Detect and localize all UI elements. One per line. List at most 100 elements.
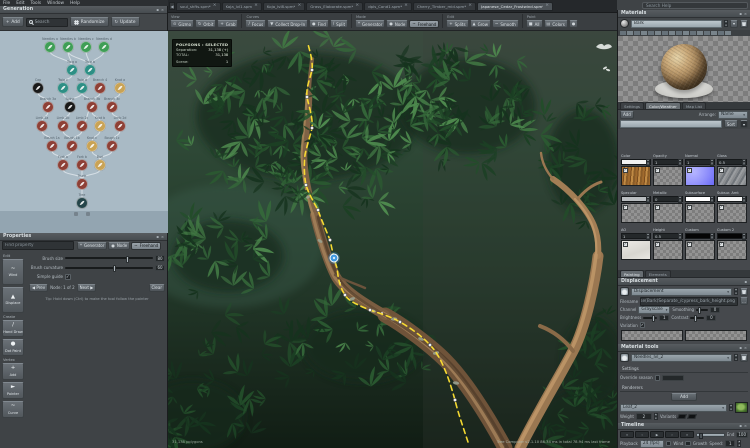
stepper[interactable]: ▴▾ — [742, 233, 746, 240]
material-options-button[interactable]: ▾ — [730, 20, 738, 28]
graph-node[interactable]: Bough 1b — [64, 136, 79, 152]
brush-size-value[interactable]: 80 — [155, 255, 165, 262]
map-thumbnail[interactable]: ✓ — [653, 240, 683, 260]
prev-node-button[interactable]: ◀ Prev — [29, 284, 48, 292]
material-thumbnail[interactable] — [676, 31, 682, 35]
spline-control-point[interactable] — [310, 68, 313, 71]
map-number[interactable]: 0.5 — [654, 234, 678, 239]
color-swatch[interactable] — [686, 197, 710, 201]
graph-node[interactable]: Trunk — [76, 174, 88, 190]
material-thumbnail[interactable] — [648, 31, 654, 35]
graph-node[interactable]: Needles d — [96, 37, 112, 53]
Focus-toolbar-button[interactable]: /Focus — [245, 20, 266, 28]
tool-button-add[interactable]: +Add — [2, 363, 24, 380]
map-checkbox[interactable]: ✓ — [719, 205, 724, 210]
document-tab[interactable]: Japanese_Cedar_Frostwind.spm*× — [477, 2, 553, 11]
variant-swatch[interactable] — [677, 414, 687, 419]
document-tab[interactable]: Koja_lvl8.spm*× — [263, 2, 305, 11]
graph-node[interactable]: Fork a — [57, 155, 69, 171]
arrange-dropdown[interactable]: Name▾ — [718, 111, 748, 119]
spline-control-point[interactable] — [398, 320, 401, 323]
graph-node[interactable]: Branch 4 — [93, 78, 107, 94]
tab-color-weather[interactable]: Color/Weather — [645, 102, 681, 109]
contrast-slider[interactable] — [690, 317, 704, 319]
stepper[interactable]: ▴▾ — [710, 233, 714, 240]
speed-value[interactable]: 1 — [725, 440, 735, 447]
stepper[interactable]: ▴▾ — [710, 196, 714, 203]
close-icon[interactable]: × — [355, 4, 359, 9]
map-value[interactable]: 1▴▾ — [621, 233, 651, 239]
color-swatch[interactable] — [718, 197, 742, 201]
viewport-scene[interactable]: POLYGONS : SELECTED Separation:31,138 (+… — [168, 31, 617, 448]
timeline-slider[interactable] — [696, 433, 725, 437]
map-checkbox[interactable]: ✓ — [623, 242, 628, 247]
filter-options-button[interactable]: ▾ — [740, 120, 748, 128]
find-property-input[interactable] — [2, 241, 74, 250]
stepper[interactable]: ▴▾ — [654, 413, 658, 420]
tool-button-pointer[interactable]: ►Pointer — [2, 382, 24, 399]
spline-control-point[interactable] — [368, 308, 371, 311]
Colors-toolbar-button[interactable]: ▤Colors — [544, 20, 568, 28]
filename-field[interactable]: dar_Japanese(Bark)Separate_/cypress_bark… — [640, 297, 738, 306]
mode-button-node[interactable]: ●Node — [108, 242, 130, 250]
leaf-thumbnail[interactable] — [735, 402, 748, 413]
material-delete-button[interactable] — [740, 20, 748, 28]
tool-button-wind[interactable]: ~Wind — [2, 259, 24, 285]
map-checkbox[interactable]: ✓ — [719, 242, 724, 247]
map-checkbox[interactable]: ✓ — [719, 168, 724, 173]
stepper[interactable]: ▴▾ — [724, 20, 728, 27]
menu-item[interactable]: File — [3, 1, 10, 6]
close-icon[interactable]: × — [744, 345, 747, 350]
mode-button-freehand[interactable]: ~Freehand — [131, 242, 161, 250]
graph-node[interactable]: Twig d — [76, 78, 88, 94]
variation-checkbox[interactable]: ✓ — [640, 322, 646, 328]
menu-item[interactable]: Window — [47, 1, 64, 6]
transport-button[interactable]: › — [665, 431, 679, 438]
Split-toolbar-button[interactable]: /Split — [330, 20, 348, 28]
map-value[interactable]: 0▴▾ — [653, 196, 683, 202]
document-tab[interactable]: Koja_lvl1.spm× — [222, 2, 262, 11]
material-thumbnail[interactable] — [718, 31, 724, 35]
map-thumbnail[interactable]: ✓ — [621, 240, 651, 260]
close-icon[interactable]: × — [744, 11, 747, 16]
randomize-button[interactable]: Randomize — [70, 17, 109, 27]
map-number[interactable]: 1 — [686, 160, 710, 165]
graph-node[interactable]: Needles c — [78, 37, 94, 53]
map-thumbnail[interactable]: ✓ — [717, 203, 747, 223]
spline-control-point[interactable] — [304, 183, 307, 186]
tool-button-displace[interactable]: ▲Displace — [2, 287, 24, 313]
graph-node[interactable]: Fork b — [76, 155, 88, 171]
tab-painting[interactable]: Painting — [620, 270, 644, 277]
brush-size-slider[interactable] — [65, 257, 153, 259]
Generator-toolbar-button[interactable]: *Generator — [355, 20, 385, 28]
graph-zoom-in[interactable] — [74, 212, 78, 216]
tool-button-curve[interactable]: ~Curve — [2, 401, 24, 418]
variant-swatch[interactable] — [687, 414, 697, 419]
stepper[interactable]: ▴▾ — [737, 440, 741, 447]
tab-scroll-left[interactable]: ◀ — [169, 2, 175, 10]
map-thumbnail[interactable]: ✓ — [685, 166, 715, 186]
needles-delete-button[interactable] — [740, 354, 748, 362]
map-checkbox[interactable]: ✓ — [687, 242, 692, 247]
displacement-delete-button[interactable] — [740, 288, 748, 296]
stepper[interactable]: ▴▾ — [678, 196, 682, 203]
contrast-value[interactable]: 0 — [706, 315, 716, 322]
spline-control-point[interactable] — [316, 208, 319, 211]
stepper[interactable]: ▴▾ — [646, 233, 650, 240]
spline-control-point[interactable] — [328, 238, 331, 241]
displacement-dropdown[interactable]: Displacement▾ — [631, 288, 732, 296]
material-thumbnail[interactable] — [725, 31, 731, 35]
map-thumbnail[interactable]: ✓ — [685, 203, 715, 223]
transport-button[interactable]: ▶ — [650, 431, 664, 438]
material-thumbnail[interactable] — [655, 31, 661, 35]
add-renderer-button[interactable]: Add — [671, 393, 697, 401]
material-preview[interactable] — [618, 36, 750, 102]
spline-control-point[interactable] — [453, 398, 456, 401]
stepper[interactable]: ▴▾ — [734, 288, 738, 295]
map-thumbnail[interactable]: ✓ — [621, 166, 651, 186]
graph-node[interactable]: Limb 2c — [76, 116, 89, 132]
pin-icon[interactable]: ▪ — [156, 7, 159, 12]
graph-node[interactable]: Twig a — [66, 60, 78, 76]
menu-item[interactable]: Help — [70, 1, 80, 6]
brightness-value[interactable]: 1 — [659, 315, 669, 322]
